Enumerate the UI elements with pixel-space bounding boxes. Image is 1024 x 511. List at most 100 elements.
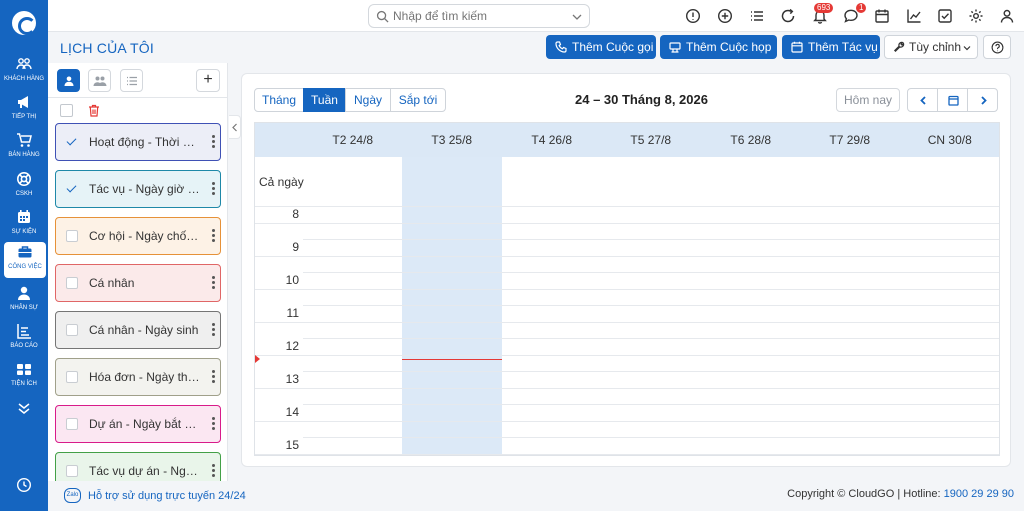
day-header: T4 26/8 [531,133,573,147]
view-month-button[interactable]: Tháng [254,88,304,112]
add-meeting-button[interactable]: Thêm Cuộc họp [660,35,777,59]
global-search[interactable] [368,4,590,28]
more-options-icon[interactable] [211,182,215,196]
calendar-list-item[interactable]: Dự án - Ngày bắt đầu [55,405,221,443]
view-week-button[interactable]: Tuần [303,88,346,112]
cloudgo-logo[interactable] [12,11,36,35]
view-day-button[interactable]: Ngày [345,88,391,112]
more-options-icon[interactable] [211,135,215,149]
lifebuoy-icon [17,172,31,186]
list-icon [127,76,137,86]
hour-label: 9 [292,240,299,254]
today-button[interactable]: Hôm nay [836,88,900,112]
more-options-icon[interactable] [211,276,215,290]
next-week-button[interactable] [967,88,998,112]
nav-item-marketing[interactable]: Tiếp thị [2,92,46,128]
calendar-list-item[interactable]: Cá nhân [55,264,221,302]
settings-icon[interactable] [968,8,984,24]
nav-item-events[interactable]: Sự kiện [2,207,46,243]
calendar-list-item[interactable]: Hoạt động - Thời gian [55,123,221,161]
calendar-name: Cá nhân - Ngày sinh [89,323,199,337]
calendar-list-item[interactable]: Hóa đơn - Ngày thu tiền [55,358,221,396]
calendar-checkbox[interactable] [66,465,78,477]
tab-my-calendar[interactable] [57,69,80,92]
calendar-list-item[interactable]: Cơ hội - Ngày chốt dự kiến [55,217,221,255]
nav-item-reports[interactable]: Báo cáo [2,321,46,357]
current-time-line [402,359,502,360]
hour-label: 13 [285,372,299,386]
nav-label: CSKH [15,191,33,197]
zalo-icon[interactable]: Zalo [64,488,81,503]
nav-item-customers[interactable]: Khách hàng [2,54,46,90]
collapse-panel-handle[interactable] [229,115,241,139]
hotline-number[interactable]: 1900 29 29 90 [944,488,1014,500]
calendar-checkbox[interactable] [66,183,78,195]
more-options-icon[interactable] [211,417,215,431]
expand-more-icon[interactable] [17,402,31,414]
calendar-checkbox[interactable] [66,277,78,289]
refresh-icon[interactable] [780,8,796,24]
calendar-name: Tác vụ dự án - Ngày bắt đầu [89,464,201,478]
nav-item-tasks[interactable]: Công việc [4,242,46,278]
page-title: LỊCH CỦA TÔI [60,40,154,56]
clock-icon[interactable] [16,477,32,493]
prev-week-button[interactable] [907,88,938,112]
calendar-checkbox[interactable] [66,418,78,430]
nav-item-cskh[interactable]: CSKH [2,169,46,205]
calendar-checkbox[interactable] [66,230,78,242]
calendar-list-item[interactable]: Tác vụ - Ngày giờ bắt đầu [55,170,221,208]
task-check-icon[interactable] [937,8,953,24]
messages-badge: 1 [856,3,867,13]
calendar-name: Hoạt động - Thời gian [89,135,201,149]
date-range-title: 24 – 30 Tháng 8, 2026 [575,92,708,107]
calendar-icon [791,41,803,53]
add-calendar-button[interactable]: + [196,69,220,92]
more-options-icon[interactable] [211,229,215,243]
view-upcoming-button[interactable]: Sắp tới [390,88,446,112]
notifications-badge: 693 [814,3,834,13]
nav-item-hr[interactable]: Nhân sự [2,283,46,319]
more-options-icon[interactable] [211,323,215,337]
select-all-checkbox[interactable] [60,104,73,117]
hour-label: 14 [285,405,299,419]
hour-label: 15 [285,438,299,452]
half-hour-gridline [255,421,999,422]
add-task-button[interactable]: Thêm Tác vụ [782,35,880,59]
tab-shared-calendars[interactable] [88,69,111,92]
customize-label: Tùy chỉnh [909,40,962,54]
search-input[interactable] [393,8,563,24]
date-picker-button[interactable] [937,88,968,112]
calendar-checkbox[interactable] [66,136,78,148]
help-button[interactable] [983,35,1011,59]
top-bar: 693 1 [48,0,1024,32]
customize-button[interactable]: Tùy chỉnh [884,35,978,59]
hour-label: 10 [285,273,299,287]
half-hour-gridline [255,256,999,257]
hour-gridline [303,239,999,240]
nav-item-sales[interactable]: Bán hàng [2,130,46,166]
trash-icon[interactable] [88,104,100,117]
add-circle-icon[interactable] [717,8,733,24]
info-icon[interactable] [685,8,701,24]
hour-gridline [303,272,999,273]
more-options-icon[interactable] [211,464,215,478]
nav-label: Tiện ích [11,381,37,387]
nav-label: Khách hàng [3,76,44,82]
list-icon[interactable] [749,8,765,24]
calendar-list-item[interactable]: Cá nhân - Ngày sinh [55,311,221,349]
support-link[interactable]: Hỗ trợ sử dụng trực tuyến 24/24 [88,490,246,502]
more-options-icon[interactable] [211,370,215,384]
calendar-icon[interactable] [874,8,890,24]
chevron-down-icon[interactable] [572,12,582,22]
hotline-label: | Hotline: [897,488,941,500]
users-icon [16,58,32,70]
nav-item-utilities[interactable]: Tiện ích [2,359,46,395]
line-chart-icon[interactable] [906,8,922,24]
add-call-button[interactable]: Thêm Cuộc gọi [546,35,656,59]
calendar-checkbox[interactable] [66,371,78,383]
user-account-icon[interactable] [999,8,1015,24]
calendar-checkbox[interactable] [66,324,78,336]
calendar-icon [18,210,30,223]
calendar-list-item[interactable]: Tác vụ dự án - Ngày bắt đầu [55,452,221,481]
tab-list-view[interactable] [120,69,143,92]
